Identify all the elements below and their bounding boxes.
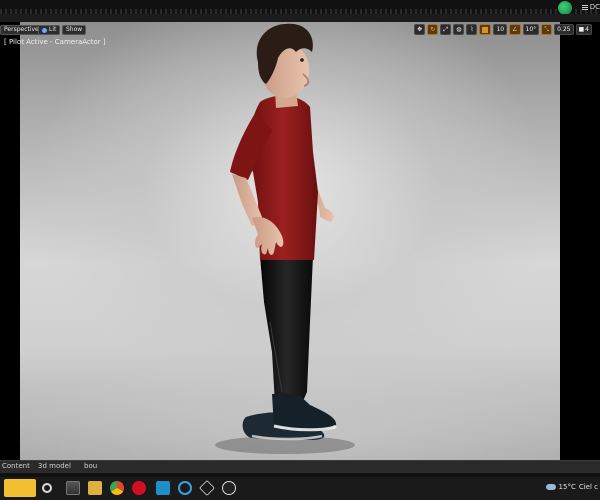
editor-top-bar: DC <box>0 0 600 16</box>
windows-taskbar: Content 3d model bou 15°C Ciel c <box>0 460 600 500</box>
grid-snap-value-label: 10 <box>496 26 505 33</box>
scale-snap-toggle-icon[interactable]: ⤡ <box>541 24 553 35</box>
unreal-engine-icon[interactable] <box>222 481 236 495</box>
viewport-header-band <box>0 14 600 22</box>
task-view-icon[interactable] <box>66 481 80 495</box>
perspective-button[interactable]: Perspective <box>0 25 43 35</box>
grid-icon <box>581 4 588 10</box>
scale-snap-value[interactable]: 0.25 <box>554 24 574 35</box>
lit-sphere-icon <box>42 27 47 33</box>
opera-icon[interactable] <box>132 481 146 495</box>
weather-cloud-icon <box>545 484 556 490</box>
perspective-label: Perspective <box>4 26 39 33</box>
strip-item-content[interactable]: Content <box>2 462 30 470</box>
show-button[interactable]: Show <box>62 25 87 35</box>
weather-desc: Ciel c <box>578 483 598 491</box>
scale-snap-value-label: 0.25 <box>557 26 571 33</box>
camera-speed-button[interactable]: ■ 4 <box>575 24 592 35</box>
viewport-scene[interactable] <box>20 22 560 460</box>
scale-tool-icon[interactable]: ⤢ <box>440 24 452 35</box>
character-model[interactable] <box>20 22 560 460</box>
view-mode-button[interactable]: Lit <box>38 25 61 35</box>
weather-widget[interactable]: 15°C Ciel c <box>545 483 598 491</box>
front-shoe <box>272 394 337 432</box>
show-label: Show <box>66 26 83 33</box>
grid-snap-toggle-icon[interactable] <box>479 24 492 35</box>
rotate-tool-icon[interactable]: ↻ <box>427 24 439 35</box>
surface-snapping-icon[interactable]: ⌇ <box>466 24 478 35</box>
viewport-toolbar: ✥ ↻ ⤢ ◍ ⌇ 10 ∠ 10° ⤡ 0.25 ■ 4 <box>414 24 592 35</box>
weather-temp: 15°C <box>558 483 576 491</box>
grid-snap-value[interactable]: 10 <box>493 24 508 35</box>
pilot-status: [ Pilot Active - CameraActor ] <box>4 38 106 46</box>
app-m-icon[interactable] <box>156 481 170 495</box>
search-icon[interactable] <box>42 483 52 493</box>
taskbar-main: 15°C Ciel c <box>0 477 600 500</box>
view-mode-label: Lit <box>49 26 57 33</box>
strip-item-bou[interactable]: bou <box>84 462 97 470</box>
camera-icon: ■ <box>578 26 585 33</box>
cube-app-icon[interactable] <box>199 480 215 496</box>
translate-tool-icon[interactable]: ✥ <box>414 24 426 35</box>
strip-item-3d-model[interactable]: 3d model <box>38 462 71 470</box>
rotation-snap-toggle-icon[interactable]: ∠ <box>509 24 521 35</box>
app-c-icon[interactable] <box>178 481 192 495</box>
layout-menu-label: DC <box>589 3 600 11</box>
content-browser-strip: Content 3d model bou <box>0 460 600 473</box>
layout-menu[interactable]: DC <box>581 1 600 13</box>
camera-speed-label: 4 <box>585 26 589 33</box>
rotation-snap-value[interactable]: 10° <box>522 24 540 35</box>
coordinate-system-icon[interactable]: ◍ <box>453 24 465 35</box>
chrome-icon[interactable] <box>110 481 124 495</box>
start-logo-icon[interactable] <box>4 479 36 497</box>
rotation-snap-value-label: 10° <box>525 26 537 33</box>
level-viewport[interactable]: Perspective Lit Show [ Pilot Active - Ca… <box>0 22 600 460</box>
file-explorer-icon[interactable] <box>88 481 102 495</box>
